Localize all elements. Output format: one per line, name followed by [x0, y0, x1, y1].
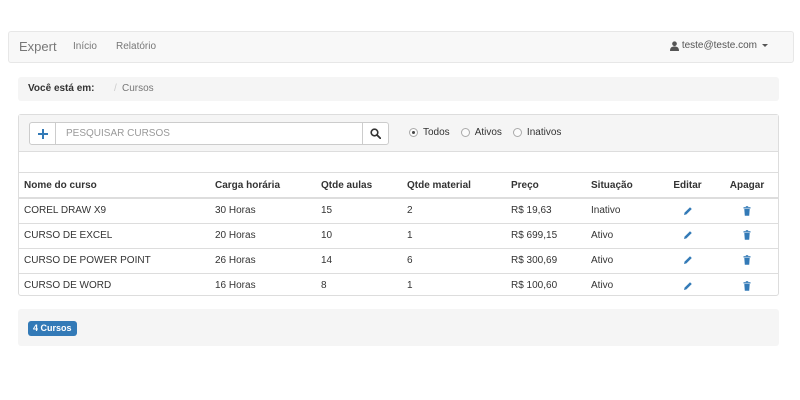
col-header-situacao: Situação: [586, 173, 659, 199]
col-header-apagar: Apagar: [716, 173, 778, 199]
col-header-material: Qtde material: [402, 173, 506, 199]
cell-nome: CURSO DE WORD: [24, 280, 112, 292]
panel-spacer: [19, 152, 778, 173]
nav-link-relatorio[interactable]: Relatório: [116, 41, 156, 52]
cell-carga: 16 Horas: [215, 280, 256, 292]
table-row: CURSO DE POWER POINT 26 Horas 14 6 R$ 30…: [19, 248, 778, 274]
cell-carga: 26 Horas: [210, 248, 316, 274]
pencil-icon: [683, 281, 692, 290]
cell-preco: R$ 699,15: [506, 223, 586, 249]
table-row: CURSO DE EXCEL 20 Horas 10 1 R$ 699,15 A…: [19, 223, 778, 249]
col-header-carga: Carga horária: [210, 173, 316, 199]
breadcrumb-label: Você está em:: [28, 83, 95, 94]
add-course-button[interactable]: [29, 122, 56, 145]
cell-material: 2: [402, 198, 506, 224]
brand-link[interactable]: Expert: [19, 39, 57, 54]
cell-situacao: Inativo: [586, 198, 659, 224]
footer-well: 4 Cursos: [18, 309, 779, 346]
search-button[interactable]: [362, 122, 389, 145]
table-row: CURSO DE WORD 16 Horas 8 1 R$ 100,60 Ati…: [19, 273, 778, 298]
cell-nome: CURSO DE EXCEL: [19, 223, 210, 249]
caret-down-icon: [762, 44, 768, 47]
navbar: Expert Início Relatório teste@teste.com: [8, 31, 794, 63]
cell-situacao: Ativo: [586, 248, 659, 274]
trash-icon: [743, 255, 751, 266]
panel-toolbar: Todos Ativos Inativos: [19, 115, 778, 152]
table-header-row: Nome do curso Carga horária Qtde aulas Q…: [19, 173, 778, 199]
radio-todos[interactable]: [409, 128, 418, 137]
delete-button[interactable]: [716, 273, 778, 298]
user-email: teste@teste.com: [681, 40, 757, 51]
pencil-icon: [683, 231, 692, 240]
nav-link-inicio[interactable]: Início: [73, 41, 97, 52]
courses-panel: Todos Ativos Inativos Nome do curso Carg…: [18, 114, 779, 296]
delete-button[interactable]: [716, 248, 778, 274]
filter-option-ativos[interactable]: Ativos: [460, 127, 502, 138]
trash-icon: [743, 230, 751, 241]
col-header-editar: Editar: [659, 173, 716, 199]
filter-label-ativos: Ativos: [474, 127, 502, 138]
radio-ativos[interactable]: [460, 128, 470, 137]
cell-material: 1: [402, 223, 506, 249]
edit-button[interactable]: [659, 223, 716, 249]
col-header-nome: Nome do curso: [19, 173, 210, 199]
cell-carga: 30 Horas: [210, 198, 316, 224]
radio-inativos[interactable]: [512, 128, 522, 137]
cell-situacao: Ativo: [591, 280, 614, 292]
status-filter: Todos Ativos Inativos: [409, 127, 572, 138]
pencil-icon: [683, 206, 692, 215]
cell-preco: R$ 100,60: [511, 280, 558, 292]
cell-carga: 20 Horas: [210, 223, 316, 249]
filter-label-todos: Todos: [423, 127, 450, 138]
cell-material: 6: [402, 248, 506, 274]
cell-nome: COREL DRAW X9: [19, 198, 210, 224]
cell-material: 1: [407, 280, 413, 292]
delete-button[interactable]: [716, 198, 778, 224]
col-header-preco: Preço: [506, 173, 586, 199]
breadcrumb-current: Cursos: [122, 83, 154, 94]
user-menu-dropdown[interactable]: teste@teste.com: [669, 40, 768, 51]
course-count-badge: 4 Cursos: [28, 321, 77, 336]
pencil-icon: [683, 256, 692, 265]
cell-preco: R$ 300,69: [506, 248, 586, 274]
search-input[interactable]: [55, 122, 363, 145]
delete-button[interactable]: [716, 223, 778, 249]
cell-preco: R$ 19,63: [506, 198, 586, 224]
courses-table: Nome do curso Carga horária Qtde aulas Q…: [19, 173, 778, 298]
plus-icon: [37, 128, 48, 139]
cell-nome: CURSO DE POWER POINT: [19, 248, 210, 274]
cell-aulas: 14: [316, 248, 402, 274]
edit-button[interactable]: [659, 248, 716, 274]
cell-aulas: 10: [316, 223, 402, 249]
filter-option-todos[interactable]: Todos: [409, 127, 450, 138]
user-icon: [669, 40, 679, 51]
breadcrumb-separator: /: [114, 83, 117, 94]
trash-icon: [743, 280, 751, 291]
cell-aulas: 15: [316, 198, 402, 224]
filter-label-inativos: Inativos: [526, 127, 562, 138]
cell-situacao: Ativo: [586, 223, 659, 249]
breadcrumb: Você está em: / Cursos: [18, 77, 779, 101]
edit-button[interactable]: [659, 273, 716, 298]
cell-aulas: 8: [321, 280, 327, 292]
filter-option-inativos[interactable]: Inativos: [512, 127, 562, 138]
trash-icon: [743, 205, 751, 216]
edit-button[interactable]: [659, 198, 716, 224]
search-icon: [370, 128, 381, 139]
col-header-aulas: Qtde aulas: [316, 173, 402, 199]
table-row: COREL DRAW X9 30 Horas 15 2 R$ 19,63 Ina…: [19, 198, 778, 224]
